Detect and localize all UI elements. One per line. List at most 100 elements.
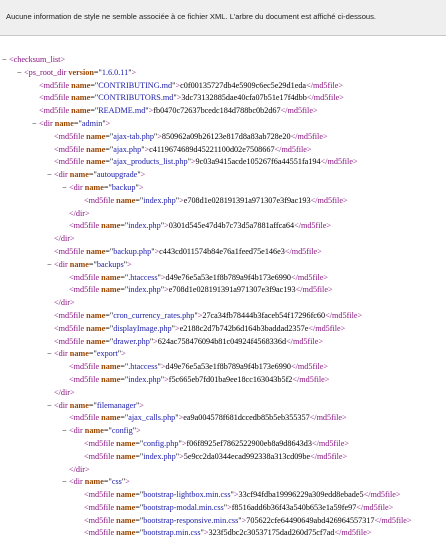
attribute-quote: =" (103, 477, 112, 487)
tag-name: <dir (54, 349, 68, 359)
md5-hash: 705622cfe64490649abd426964557317 (246, 515, 375, 525)
md5-hash: ea9a004578f681dccedb85b5eb355357 (183, 413, 310, 423)
collapse-toggle[interactable]: − (2, 54, 9, 67)
closing-tag: </md5file> (306, 80, 344, 90)
md5-hash: c443cd011574b84e76a1feed75e146e3 (159, 246, 285, 256)
tag-name: <dir (69, 182, 83, 192)
attribute-name: name (69, 259, 89, 269)
attribute-value: ajax.php (113, 144, 142, 154)
attribute-value: bootstrap.min.css (143, 528, 201, 538)
collapse-toggle[interactable]: − (47, 259, 54, 272)
closing-tag: </md5file> (291, 362, 329, 372)
md5-hash: e708d1e028191391a971307e3f9ac193 (183, 195, 311, 205)
closing-tag: </md5file> (308, 323, 346, 333)
xml-leaf-node: <md5file name="README.md">fb0470c72637bc… (0, 105, 446, 118)
md5-hash: f06f8925ef7862522900eb8a9d8643d3 (186, 438, 312, 448)
closing-tag: </dir> (54, 387, 75, 397)
tag-name: <dir (54, 259, 68, 269)
xml-leaf-node: <md5file name="drawer.php">624ac75847609… (0, 336, 446, 349)
collapse-toggle[interactable]: − (47, 400, 54, 413)
attribute-value: ajax_calls.php (128, 413, 176, 423)
xml-leaf-node: <md5file name="cron_currency_rates.php">… (0, 310, 446, 323)
xml-leaf-node: <md5file name="index.php">f5c665eb7fd01b… (0, 374, 446, 387)
attribute-value: drawer.php (113, 336, 150, 346)
attribute-name: name (86, 131, 106, 141)
attribute-name: name (71, 80, 91, 90)
attribute-name: name (69, 349, 89, 359)
md5-hash: f8516add6b36f43a540b653e1a59fe97 (231, 502, 357, 512)
collapse-toggle[interactable]: − (32, 118, 39, 131)
attribute-quote: =" (135, 528, 144, 538)
attribute-quote: =" (88, 349, 97, 359)
collapse-toggle[interactable]: − (62, 182, 69, 195)
xml-element-node[interactable]: − <dir name="css"> (0, 476, 446, 489)
attribute-value: ajax_products_list.php (113, 157, 188, 167)
md5-hash: 3dc73132885dae40cfa07b51e17f4dbb (181, 93, 307, 103)
xml-element-node[interactable]: − <dir name="backups"> (0, 259, 446, 272)
md5-hash: 0301d545e47d4b7c73d5a7881affca64 (168, 221, 295, 231)
attribute-name: name (101, 413, 121, 423)
tag-name: <md5file (54, 246, 85, 256)
xml-leaf-node: <md5file name="ajax-tab.php">850962a09b2… (0, 131, 446, 144)
tag-name: <md5file (84, 451, 115, 461)
collapse-toggle[interactable]: − (47, 169, 54, 182)
collapse-toggle[interactable]: − (17, 67, 24, 80)
closing-tag: </md5file> (306, 93, 344, 103)
attribute-name: name (86, 310, 106, 320)
attribute-name: name (101, 272, 121, 282)
xml-element-node[interactable]: − <dir name="autoupgrade"> (0, 169, 446, 182)
xml-element-node[interactable]: − <dir name="backup"> (0, 182, 446, 195)
tag-name: <md5file (84, 502, 115, 512)
xml-element-node[interactable]: − <dir name="export"> (0, 348, 446, 361)
attribute-value: backups (96, 259, 124, 269)
tag-name: <md5file (84, 438, 115, 448)
attribute-value: .htaccess (128, 272, 158, 282)
xml-leaf-node: <md5file name="CONTRIBUTORS.md">3dc73132… (0, 92, 446, 105)
xml-element-node[interactable]: − <dir name="config"> (0, 425, 446, 438)
xml-element-node[interactable]: − <ps_root_dir version="1.6.0.11"> (0, 67, 446, 80)
tag-name: <ps_root_dir (24, 67, 67, 77)
xml-element-node[interactable]: − <dir name="filemanager"> (0, 400, 446, 413)
attribute-name: name (116, 502, 136, 512)
tag-name: <dir (54, 400, 68, 410)
attribute-value: backup.php (113, 246, 152, 256)
attribute-name: name (116, 438, 136, 448)
tag-name: <md5file (54, 323, 85, 333)
attribute-value: index.php (143, 451, 176, 461)
xml-closing-tag: </dir> (0, 387, 446, 400)
tag-name: <md5file (84, 528, 115, 538)
attribute-value: config.php (143, 438, 179, 448)
closing-tag: </dir> (54, 298, 75, 308)
attribute-name: version (68, 67, 94, 77)
xml-element-node[interactable]: − <dir name="admin"> (0, 118, 446, 131)
attribute-value: CONTRIBUTING.md (98, 80, 173, 90)
tag-name: <md5file (69, 362, 100, 372)
tag-end: > (131, 67, 137, 77)
attribute-name: name (86, 246, 106, 256)
attribute-value: config (111, 426, 133, 436)
xml-leaf-node: <md5file name="index.php">e708d1e0281913… (0, 284, 446, 297)
tag-end: > (136, 426, 141, 436)
closing-tag: </md5file> (320, 157, 358, 167)
collapse-toggle[interactable]: − (62, 476, 69, 489)
attribute-name: name (54, 118, 74, 128)
attribute-quote: =" (88, 170, 97, 180)
xml-element-node[interactable]: − <checksum_list> (0, 54, 446, 67)
closing-tag: </dir> (69, 464, 90, 474)
tag-end: > (140, 170, 146, 180)
tag-name: <md5file (69, 221, 100, 231)
collapse-toggle[interactable]: − (47, 348, 54, 361)
attribute-quote: =" (93, 67, 102, 77)
tag-name: <md5file (54, 310, 85, 320)
attribute-name: name (86, 336, 106, 346)
xml-leaf-node: <md5file name="ajax_calls.php">ea9a00457… (0, 412, 446, 425)
attribute-value: bootstrap-modal.min.css (143, 502, 224, 512)
closing-tag: </md5file> (280, 106, 318, 116)
tag-name: <md5file (69, 285, 100, 295)
collapse-toggle[interactable]: − (62, 425, 69, 438)
attribute-name: name (116, 451, 136, 461)
closing-tag: </md5file> (286, 336, 324, 346)
xml-leaf-node: <md5file name="ajax.php">c4119674689d452… (0, 144, 446, 157)
closing-tag: </md5file> (290, 131, 328, 141)
tag-end: > (127, 259, 132, 269)
